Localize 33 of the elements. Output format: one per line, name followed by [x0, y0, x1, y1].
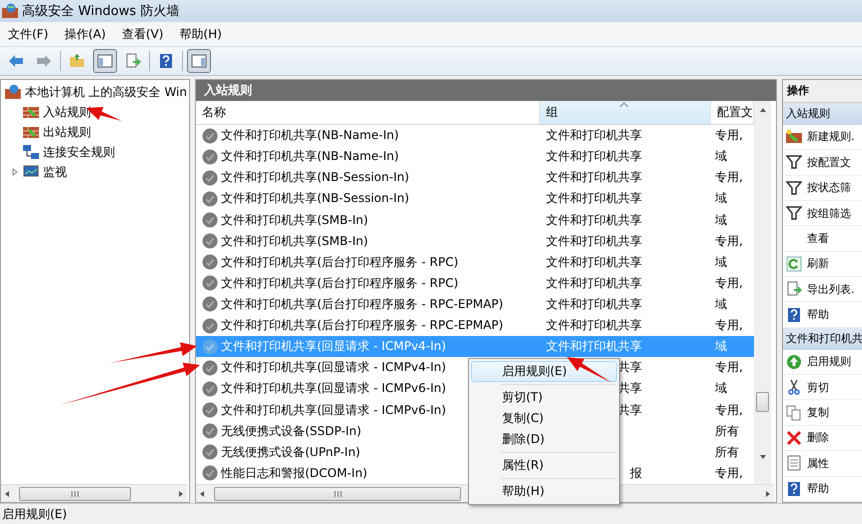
profile-cell-text: 专用, [714, 402, 744, 419]
status-text: 启用规则(E) [2, 506, 67, 522]
profile-cell-text: 域 [714, 254, 728, 271]
group-cell: 文件和打印机共享 [546, 190, 642, 208]
profile-cell-text: 所有 [714, 422, 740, 440]
group-cell: 文件和打印机共享 [546, 254, 642, 271]
group-cell: 文件和打印机共享 [546, 274, 642, 292]
profile-cell-text: 专用, [714, 274, 744, 292]
profile-cell: 域 [711, 336, 754, 358]
group-cell: 文件和打印机共享 [546, 338, 642, 356]
profile-cell-text: 域 [714, 212, 728, 229]
profile-cell-text: 域 [714, 380, 728, 398]
profile-cell-text: 专用, [714, 232, 744, 250]
group-cell: 报 [630, 464, 642, 482]
profile-cell-text: 专用, [714, 169, 744, 186]
profile-cell-text: 专用, [714, 359, 744, 376]
profile-cell-text: 域 [714, 148, 728, 166]
group-cell: 文件和打印机共享 [546, 296, 642, 313]
profile-cell-text: 专用, [714, 317, 744, 334]
group-cell: 文件和打印机共享 [546, 232, 642, 250]
pane-title: 操作 [783, 80, 862, 103]
profile-cell-text: 域 [714, 296, 728, 313]
group-cell: 文件和打印机共享 [546, 212, 642, 229]
profile-cell-text: 专用, [714, 464, 744, 482]
profile-cell-text: 专用, [714, 127, 744, 144]
window-title: 高级安全 Windows 防火墙 [22, 3, 180, 20]
group-cell: 文件和打印机共享 [546, 148, 642, 166]
profile-cell-text: 所有 [714, 444, 740, 461]
pane-title: 入站规则 [196, 80, 776, 101]
profile-cell-text: 域 [714, 190, 728, 208]
group-cell: 文件和打印机共享 [546, 317, 642, 334]
group-cell: 文件和打印机共享 [546, 169, 642, 186]
group-cell: 文件和打印机共享 [546, 127, 642, 144]
